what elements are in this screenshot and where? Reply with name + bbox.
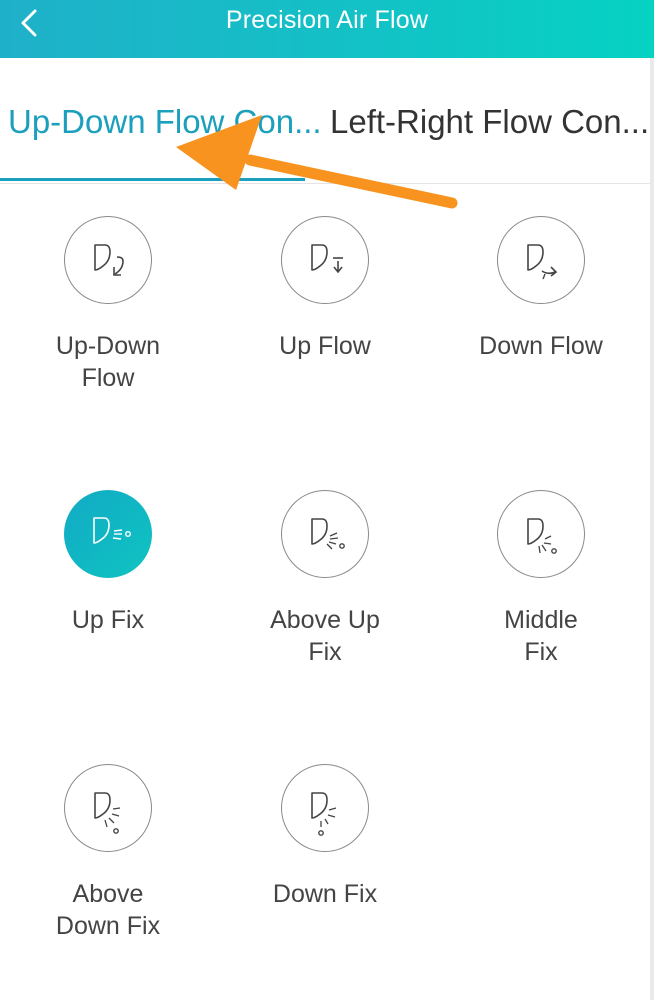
mode-circle [497, 490, 585, 578]
page-title: Precision Air Flow [225, 6, 429, 34]
mode-circle [281, 216, 369, 304]
down-flow-icon [527, 244, 558, 280]
mode-label: Up Flow [279, 332, 371, 360]
tab-left-right-flow[interactable]: Left-Right Flow Con... [330, 103, 649, 141]
middle-fix-icon [527, 518, 557, 554]
app-header: Precision Air Flow [0, 0, 654, 58]
mode-down-fix[interactable]: Down Fix [217, 764, 433, 910]
mode-middle-fix[interactable]: Middle Fix [433, 490, 649, 668]
up-flow-icon [311, 244, 343, 274]
above-up-fix-icon [311, 518, 345, 550]
mode-above-up-fix[interactable]: Above Up Fix [217, 490, 433, 668]
up-fix-icon [93, 517, 132, 544]
mode-up-down-flow[interactable]: Up-Down Flow [0, 216, 216, 394]
mode-circle [64, 764, 152, 852]
above-down-fix-icon [94, 792, 121, 834]
mode-label: Middle Fix [504, 606, 578, 666]
mode-label: Down Fix [272, 880, 378, 908]
tab-bar: Up-Down Flow Con... Left-Right Flow Con.… [0, 58, 650, 184]
scroll-edge [650, 58, 654, 1000]
mode-label: Up-Down Flow [55, 332, 161, 392]
mode-circle [281, 490, 369, 578]
mode-circle [281, 764, 369, 852]
mode-label: Up Fix [71, 606, 145, 634]
mode-up-flow[interactable]: Up Flow [217, 216, 433, 362]
active-tab-indicator [0, 178, 305, 181]
tab-up-down-flow[interactable]: Up-Down Flow Con... [8, 103, 322, 141]
down-fix-icon [311, 792, 337, 836]
mode-above-down-fix[interactable]: Above Down Fix [0, 764, 216, 942]
mode-up-fix[interactable]: Up Fix [0, 490, 216, 636]
mode-label: Down Flow [479, 332, 603, 360]
up-down-flow-icon [94, 244, 124, 276]
mode-circle [64, 216, 152, 304]
mode-label: Above Up Fix [270, 606, 380, 666]
mode-circle [497, 216, 585, 304]
mode-down-flow[interactable]: Down Flow [433, 216, 649, 362]
mode-circle-selected [64, 490, 152, 578]
mode-label: Above Down Fix [55, 880, 161, 940]
